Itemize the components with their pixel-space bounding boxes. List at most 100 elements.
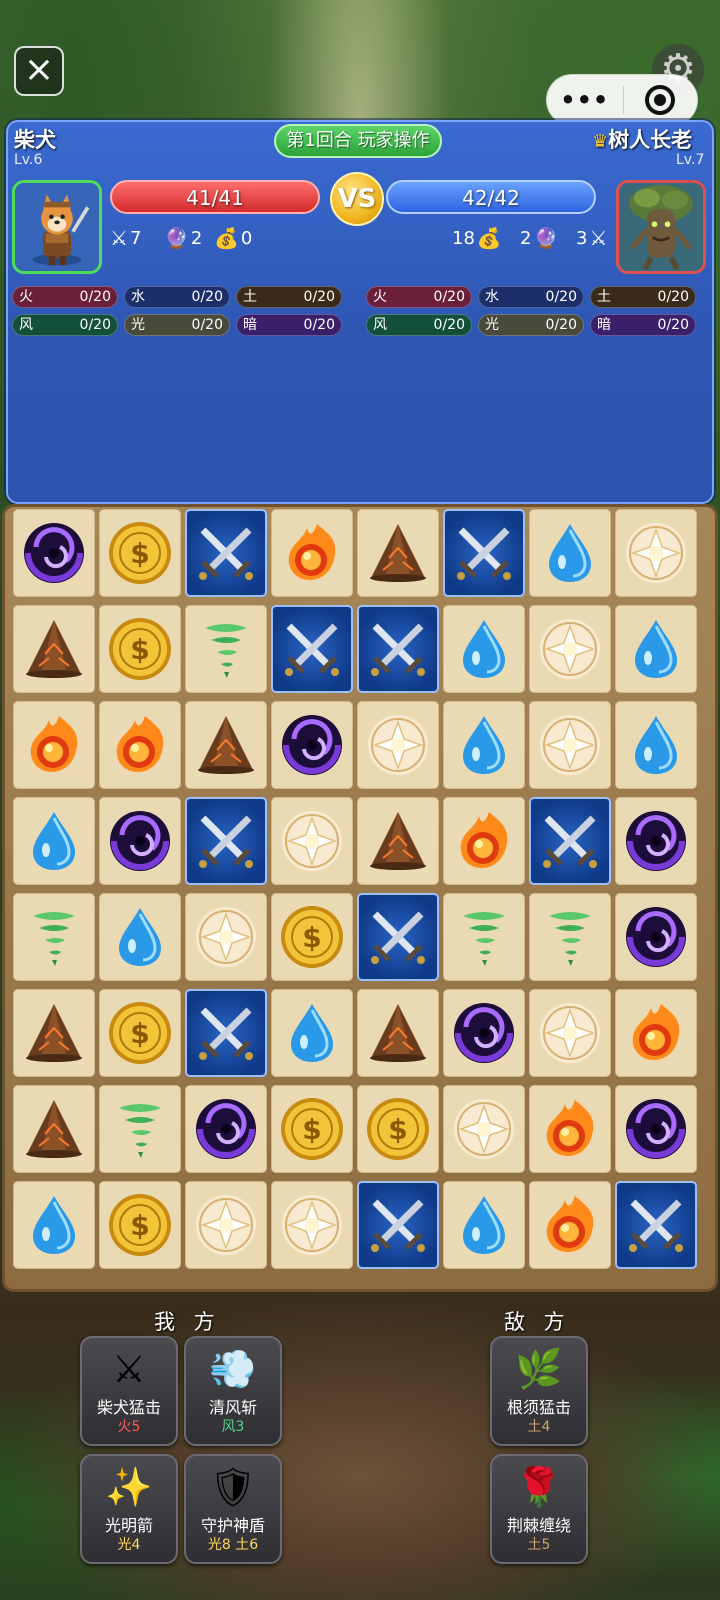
enemy-avatar[interactable] [616,180,706,274]
fire-gem[interactable] [99,701,181,789]
wind-gust-icon: 💨 [209,1347,257,1391]
gold-gem[interactable]: $ [357,1085,439,1173]
earth-gem[interactable] [357,509,439,597]
enemy-skill-button-0[interactable]: 🌿 根须猛击 土4 [490,1336,588,1446]
player-avatar[interactable] [12,180,102,274]
dark-gem[interactable] [615,1085,697,1173]
sword-gem[interactable] [615,1181,697,1269]
svg-text:$: $ [302,1113,321,1146]
earth-gem[interactable] [13,605,95,693]
dark-gem[interactable] [13,509,95,597]
player-element-4: 光 0/20 [124,314,230,336]
sword-gem[interactable] [357,605,439,693]
wind-gem[interactable] [99,1085,181,1173]
sword-gem[interactable] [357,893,439,981]
element-value: 0/20 [657,317,689,333]
wind-gem[interactable] [529,893,611,981]
gold-gem[interactable]: $ [99,509,181,597]
water-gem[interactable] [529,509,611,597]
enemy-skill-button-1[interactable]: 🌹 荆棘缠绕 土5 [490,1454,588,1564]
ally-skill-button-2[interactable]: ✨ 光明箭 光4 [80,1454,178,1564]
water-gem[interactable] [443,701,525,789]
skill-cost: 光8 土6 [207,1537,259,1553]
svg-text:$: $ [130,1209,149,1242]
dark-gem[interactable] [615,893,697,981]
dark-gem[interactable] [443,989,525,1077]
sword-gem[interactable] [443,509,525,597]
player-hp-bar: 41/41 [110,180,320,214]
sword-gem[interactable] [185,989,267,1077]
water-gem[interactable] [271,989,353,1077]
light-gem[interactable] [185,893,267,981]
player-element-5: 暗 0/20 [236,314,342,336]
gold-gem[interactable]: $ [99,1181,181,1269]
dark-gem[interactable] [99,797,181,885]
wind-gem[interactable] [185,605,267,693]
earth-gem[interactable] [13,1085,95,1173]
sword-gem[interactable] [357,1181,439,1269]
light-gem[interactable] [443,1085,525,1173]
earth-gem[interactable] [185,701,267,789]
round-status: 第1回合 玩家操作 [274,124,442,158]
element-name: 土 [243,289,257,305]
light-gem[interactable] [357,701,439,789]
enemy-label: 敌 方 [504,1310,571,1334]
element-name: 火 [19,289,33,305]
more-dots-icon[interactable]: ••• [547,86,623,114]
dark-gem[interactable] [185,1085,267,1173]
ally-skill-button-3[interactable]: 🛡 守护神盾 光8 土6 [184,1454,282,1564]
target-icon[interactable] [624,85,698,115]
fire-gem[interactable] [615,989,697,1077]
earth-gem[interactable] [357,989,439,1077]
water-gem[interactable] [13,797,95,885]
gold-gem[interactable]: $ [271,893,353,981]
element-value: 0/20 [545,317,577,333]
dark-gem[interactable] [615,797,697,885]
light-gem[interactable] [529,989,611,1077]
gold-gem[interactable]: $ [99,989,181,1077]
fire-gem[interactable] [529,1085,611,1173]
light-gem[interactable] [271,797,353,885]
wind-gem[interactable] [13,893,95,981]
fire-gem[interactable] [271,509,353,597]
light-gem[interactable] [529,701,611,789]
crown-icon: ♛ [592,131,609,152]
wind-gem[interactable] [443,893,525,981]
crossed-swords-icon: ⚔ [589,226,608,250]
water-gem[interactable] [615,605,697,693]
close-icon[interactable]: × [14,46,64,96]
crossed-swords-icon: ⚔ [110,226,128,250]
rose-icon: 🌹 [515,1465,563,1509]
dark-gem[interactable] [271,701,353,789]
light-gem[interactable] [271,1181,353,1269]
sword-gem[interactable] [185,509,267,597]
earth-gem[interactable] [357,797,439,885]
ally-skill-button-0[interactable]: ⚔ 柴犬猛击 火5 [80,1336,178,1446]
mini-program-capsule: ••• [546,74,698,126]
element-name: 土 [597,289,611,305]
light-gem[interactable] [185,1181,267,1269]
fire-gem[interactable] [529,1181,611,1269]
fire-gem[interactable] [13,701,95,789]
sword-gem[interactable] [271,605,353,693]
water-gem[interactable] [99,893,181,981]
sword-gem[interactable] [529,797,611,885]
vs-badge: VS [330,172,384,226]
fire-gem[interactable] [443,797,525,885]
sword-gem[interactable] [185,797,267,885]
earth-gem[interactable] [13,989,95,1077]
light-gem[interactable] [615,509,697,597]
water-gem[interactable] [615,701,697,789]
player-attack-stat: ⚔ 7 [110,226,142,250]
gold-gem[interactable]: $ [271,1085,353,1173]
water-gem[interactable] [443,605,525,693]
crossed-swords-icon: ⚔ [111,1347,147,1391]
water-gem[interactable] [13,1181,95,1269]
light-gem[interactable] [529,605,611,693]
water-gem[interactable] [443,1181,525,1269]
gold-gem[interactable]: $ [99,605,181,693]
ally-skill-button-1[interactable]: 💨 清风斩 风3 [184,1336,282,1446]
enemy-element-5: 暗 0/20 [590,314,696,336]
skill-name: 光明箭 [104,1516,153,1535]
svg-text:$: $ [388,1113,407,1146]
